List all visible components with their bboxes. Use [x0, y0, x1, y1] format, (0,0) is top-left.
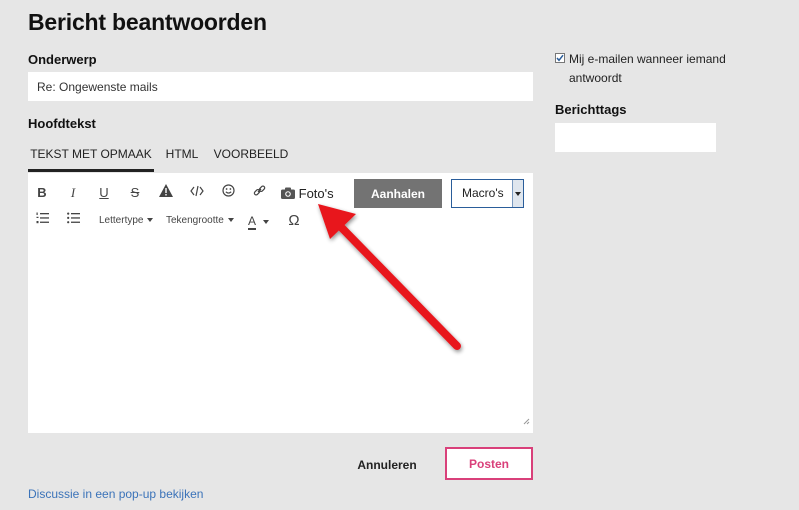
chevron-down-icon[interactable]	[512, 180, 523, 207]
tags-input[interactable]	[555, 123, 716, 152]
photos-button[interactable]: Foto's	[281, 184, 334, 204]
notify-checkbox[interactable]	[555, 53, 565, 63]
tab-html[interactable]: HTML	[154, 140, 210, 172]
font-color-dropdown[interactable]: A	[248, 214, 270, 230]
subject-input[interactable]	[28, 72, 533, 101]
popup-discussion-link[interactable]: Discussie in een pop-up bekijken	[28, 487, 203, 501]
tab-rich-text[interactable]: TEKST MET OPMAAK	[28, 140, 154, 172]
bold-icon[interactable]: B	[33, 184, 51, 202]
macros-label: Macro's	[462, 186, 504, 200]
notify-label: Mij e-mailen wanneer iemand antwoordt	[569, 52, 726, 85]
strikethrough-icon[interactable]: S	[126, 184, 144, 202]
font-family-label: Lettertype	[99, 215, 144, 226]
font-color-label: A	[248, 214, 257, 230]
photos-label: Foto's	[298, 186, 334, 201]
underline-icon[interactable]: U	[95, 184, 113, 202]
caret-down-icon	[263, 219, 270, 224]
caret-down-icon	[147, 218, 154, 223]
editor-tabs: TEKST MET OPMAAK HTML VOORBEELD	[28, 140, 533, 172]
link-icon[interactable]	[250, 184, 268, 202]
cancel-button[interactable]: Annuleren	[346, 450, 428, 479]
post-button[interactable]: Posten	[445, 447, 533, 480]
font-family-dropdown[interactable]: Lettertype	[99, 214, 154, 228]
numbered-list-icon[interactable]	[33, 212, 51, 230]
quote-button[interactable]: Aanhalen	[354, 179, 442, 208]
omega-icon[interactable]: Ω	[285, 212, 303, 230]
bullet-list-icon[interactable]	[64, 212, 82, 230]
caret-down-icon	[227, 218, 234, 223]
resize-handle-icon[interactable]	[523, 412, 530, 430]
code-icon[interactable]	[188, 185, 206, 203]
tags-label: Berichttags	[555, 102, 627, 117]
camera-icon	[281, 185, 295, 205]
tab-preview[interactable]: VOORBEELD	[210, 140, 292, 172]
subject-label: Onderwerp	[28, 52, 97, 67]
font-size-label: Tekengrootte	[166, 215, 224, 226]
body-label: Hoofdtekst	[28, 116, 96, 131]
italic-icon[interactable]: I	[64, 184, 82, 202]
page-title: Bericht beantwoorden	[28, 9, 267, 35]
font-size-dropdown[interactable]: Tekengrootte	[166, 214, 234, 228]
macros-select[interactable]: Macro's	[451, 179, 524, 208]
warning-icon[interactable]	[157, 184, 175, 202]
smiley-icon[interactable]	[219, 184, 237, 202]
rich-text-editor[interactable]: B I U S Foto's Aanhalen Macro's Letterty…	[28, 173, 533, 433]
